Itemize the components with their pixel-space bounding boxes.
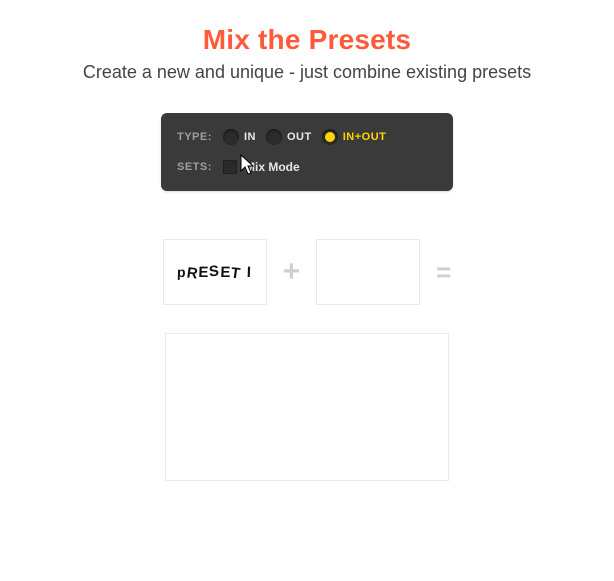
mix-mode-checkbox[interactable] (223, 160, 237, 174)
radio-inout-label: IN+OUT (343, 131, 387, 143)
type-label: TYPE: (177, 131, 223, 143)
page-subtitle: Create a new and unique - just combine e… (0, 62, 614, 83)
preset-1-box[interactable]: pRESET I (163, 239, 267, 305)
mix-mode-label: Mix Mode (245, 160, 300, 174)
page-title: Mix the Presets (0, 24, 614, 56)
sets-row: SETS: Mix Mode (177, 155, 437, 179)
radio-dot-icon (322, 129, 338, 145)
result-box[interactable] (165, 333, 449, 481)
preset-2-box[interactable] (316, 239, 420, 305)
radio-in-label: IN (244, 131, 256, 143)
mix-controls-panel: TYPE: IN OUT IN+OUT SETS: Mix Mode (161, 113, 453, 191)
radio-dot-icon (266, 129, 282, 145)
radio-inout[interactable]: IN+OUT (322, 129, 387, 145)
preset-1-text: pRESET I (177, 264, 253, 281)
plus-icon: + (283, 255, 301, 289)
equation-row: pRESET I + = (0, 239, 614, 305)
radio-in[interactable]: IN (223, 129, 256, 145)
equals-icon: = (436, 257, 451, 288)
radio-dot-icon (223, 129, 239, 145)
type-row: TYPE: IN OUT IN+OUT (177, 125, 437, 149)
sets-label: SETS: (177, 161, 223, 173)
radio-out[interactable]: OUT (266, 129, 312, 145)
radio-out-label: OUT (287, 131, 312, 143)
